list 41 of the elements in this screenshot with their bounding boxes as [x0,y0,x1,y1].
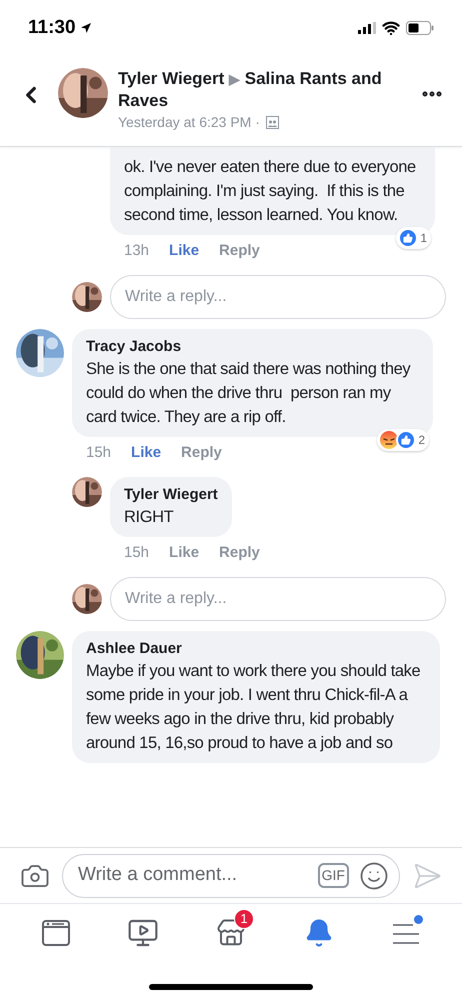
wifi-icon [382,19,400,37]
comment-time: 15h [86,442,112,463]
notification-badge: 1 [234,909,254,929]
reaction-count[interactable]: 2 [377,429,429,451]
reply-link[interactable]: Reply [181,442,222,464]
clock: 11:30 [28,16,76,40]
comment-time: 15h [124,542,150,563]
like-reaction-icon [396,430,416,450]
post-timestamp: Yesterday at 6:23 PM · [118,113,260,132]
battery-icon [406,21,434,35]
signal-icon [358,22,376,34]
comment-text: She is the one that said there was nothing they could do when the drive thru person ran my card twice. They are a rip off. [86,359,412,428]
reply-link[interactable]: Reply [219,240,260,262]
comment-author[interactable]: Tyler Wiegert [124,485,218,505]
post-title[interactable]: Tyler Wiegert ▶ Salina Rants and Raves [118,68,420,111]
like-link[interactable]: Like [169,542,200,564]
comment-author[interactable]: Tracy Jacobs [86,337,419,357]
location-arrow-icon [80,22,92,34]
comment-text: Maybe if you want to work there you should take some pride in your job. I went thru Chick-fil-A a few weeks ago in the drive thru, kid probably around 15, 16,so proud to have a job and so [86,661,422,754]
comment-text: RIGHT [124,507,174,528]
comment-text: ok. I've never eaten there due to everyone complaining. I'm just saying. If this is the second time, lesson learned. You know. [124,157,417,226]
tab-button[interactable]: 1 [206,911,256,955]
comment-time: 13h [124,240,150,261]
like-link[interactable]: Like [169,240,200,262]
reaction-count-text: 1 [420,230,427,247]
video-screen-icon [127,917,160,949]
comment-author[interactable]: Ashlee Dauer [86,639,426,659]
comment-field[interactable]: Write a comment... GIF [62,854,400,898]
group-icon [266,116,279,129]
news-feed-icon [40,918,71,948]
reply-field[interactable]: Write a reply... [110,577,446,621]
reply-link[interactable]: Reply [219,542,260,564]
reaction-count[interactable]: 1 [396,227,431,249]
gif-button[interactable]: GIF [318,863,349,888]
like-link[interactable]: Like [131,442,162,464]
comment-placeholder: Write a comment... [78,863,238,888]
angry-reaction-icon [379,430,400,450]
like-reaction-icon [398,228,418,248]
emoji-icon[interactable] [359,860,389,890]
reply-field[interactable]: Write a reply... [110,275,446,319]
reaction-count-text: 2 [418,432,425,449]
